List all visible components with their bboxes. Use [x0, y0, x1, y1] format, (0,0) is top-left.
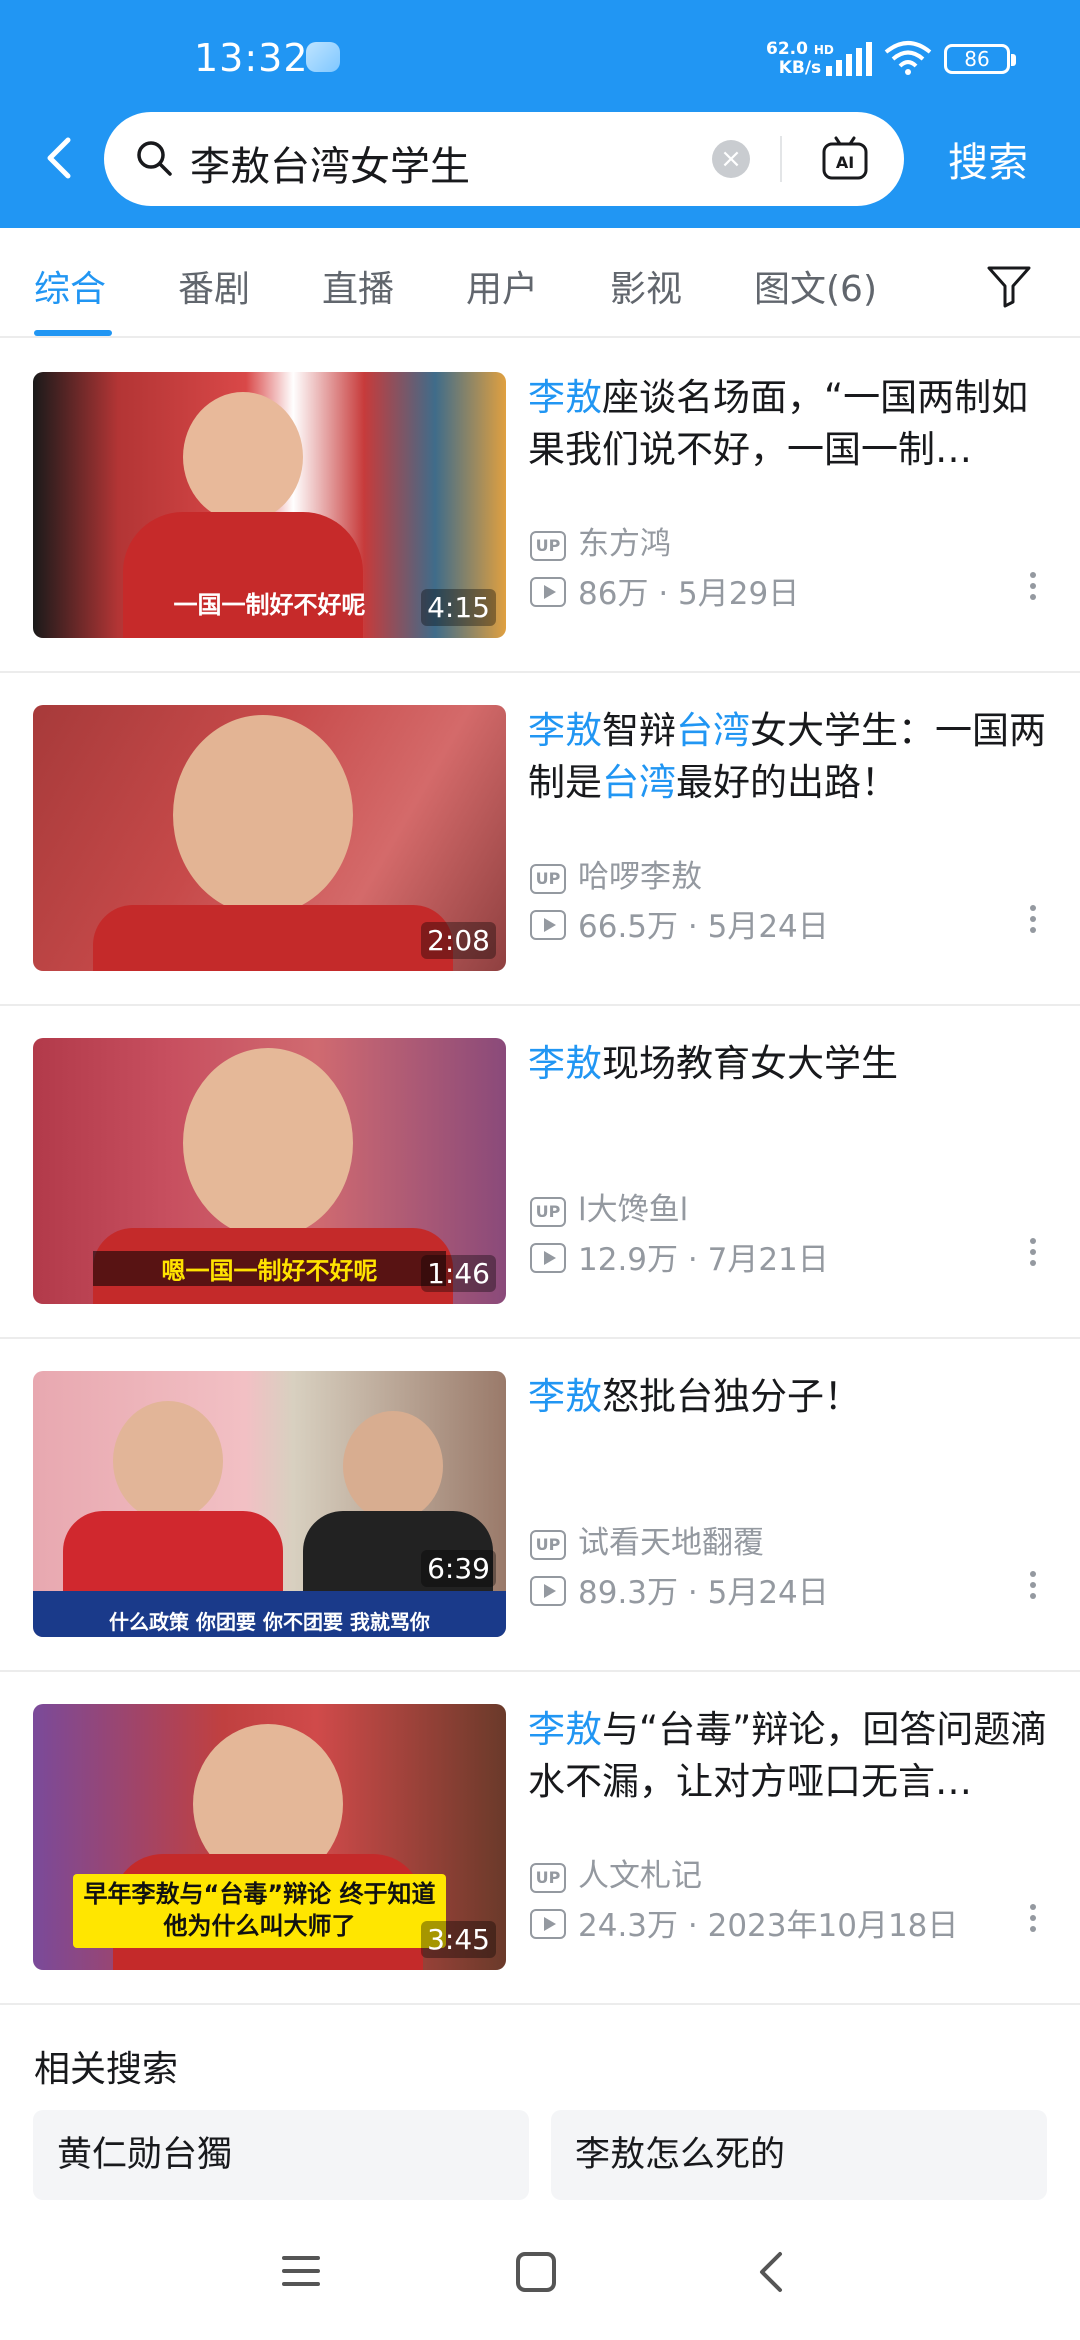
search-box[interactable]: 李敖台湾女学生 × AI: [104, 112, 904, 206]
menu-icon[interactable]: [280, 2250, 322, 2292]
video-duration: 6:39: [421, 1550, 496, 1587]
wifi-icon: [884, 41, 932, 75]
play-count-icon: [530, 577, 566, 607]
tab-users[interactable]: 用户: [466, 260, 538, 312]
thumbnail-caption: 早年李敖与“台毒”辩论 终于知道他为什么叫大师了: [83, 1880, 436, 1940]
video-title[interactable]: 李敖怒批台独分子！: [528, 1371, 1048, 1423]
video-title[interactable]: 李敖现场教育女大学生: [528, 1038, 1048, 1090]
nav-back-icon[interactable]: [752, 2250, 792, 2294]
video-stats: 89.3万 · 5月24日: [530, 1567, 829, 1612]
tab-film[interactable]: 影视: [610, 260, 682, 312]
video-thumbnail[interactable]: 嗯一国一制好不好呢 1:46: [33, 1038, 506, 1304]
more-options-icon[interactable]: [1030, 905, 1038, 938]
search-icon: [137, 141, 172, 176]
play-count-icon: [530, 1576, 566, 1606]
app-header: 13:32 62.0 HD KB/s 86 李敖台湾女学生 × AI 搜索: [0, 0, 1080, 228]
thumbnail-caption: 什么政策 你团要 你不团要 我就骂你: [109, 1610, 430, 1634]
video-thumbnail[interactable]: 什么政策 你团要 你不团要 我就骂你 6:39: [33, 1371, 506, 1637]
tab-comprehensive[interactable]: 综合: [34, 260, 106, 312]
home-icon[interactable]: [514, 2250, 558, 2294]
related-search-title: 相关搜索: [34, 2049, 179, 2090]
video-stats: 66.5万 · 5月24日: [530, 901, 829, 946]
video-uploader[interactable]: UP 东方鸿: [530, 518, 671, 563]
video-item[interactable]: 2:08 李敖智辩台湾女大学生：一国两制是台湾最好的出路！ UP 哈啰李敖 66.…: [0, 673, 1080, 1006]
cell-signal-icon: [826, 42, 872, 76]
battery-icon: 86: [944, 44, 1016, 74]
video-thumbnail[interactable]: 早年李敖与“台毒”辩论 终于知道他为什么叫大师了 3:45: [33, 1704, 506, 1970]
up-badge-icon: UP: [530, 531, 566, 561]
video-item[interactable]: 早年李敖与“台毒”辩论 终于知道他为什么叫大师了 3:45 李敖与“台毒”辩论，…: [0, 1672, 1080, 2005]
play-count-icon: [530, 910, 566, 940]
video-duration: 3:45: [421, 1921, 496, 1958]
result-tabs: 综合 番剧 直播 用户 影视 图文(6): [0, 228, 1080, 338]
video-duration: 4:15: [421, 589, 496, 626]
notification-app-icon: [306, 42, 340, 72]
system-nav-bar: [0, 2220, 1080, 2340]
video-stats: 24.3万 · 2023年10月18日: [530, 1900, 958, 1945]
up-badge-icon: UP: [530, 1530, 566, 1560]
tab-articles[interactable]: 图文(6): [754, 260, 877, 312]
play-count-icon: [530, 1243, 566, 1273]
related-search-chip[interactable]: 李敖怎么死的: [551, 2110, 1047, 2200]
more-options-icon[interactable]: [1030, 1571, 1038, 1604]
search-divider: [780, 136, 782, 182]
video-item[interactable]: 一国一制好不好呢 4:15 李敖座谈名场面，“一国两制如果我们说不好，一国一制……: [0, 340, 1080, 673]
search-input[interactable]: 李敖台湾女学生: [190, 134, 470, 192]
ai-assistant-icon[interactable]: AI: [820, 134, 870, 184]
video-thumbnail[interactable]: 2:08: [33, 705, 506, 971]
more-options-icon[interactable]: [1030, 1904, 1038, 1937]
back-arrow-icon[interactable]: [40, 128, 80, 188]
video-title[interactable]: 李敖与“台毒”辩论，回答问题滴水不漏，让对方哑口无言…: [528, 1704, 1048, 1808]
related-search-chip[interactable]: 黄仁勋台獨: [33, 2110, 529, 2200]
video-duration: 1:46: [421, 1255, 496, 1292]
video-item[interactable]: 什么政策 你团要 你不团要 我就骂你 6:39 李敖怒批台独分子！ UP 试看天地…: [0, 1339, 1080, 1672]
video-uploader[interactable]: UP l大馋鱼l: [530, 1184, 688, 1229]
status-time: 13:32: [194, 36, 309, 80]
video-stats: 12.9万 · 7月21日: [530, 1234, 829, 1279]
more-options-icon[interactable]: [1030, 1238, 1038, 1271]
status-bar: 13:32 62.0 HD KB/s 86: [0, 0, 1080, 105]
thumbnail-caption: 嗯一国一制好不好呢: [93, 1251, 446, 1286]
clear-search-icon[interactable]: ×: [712, 140, 750, 178]
video-title[interactable]: 李敖座谈名场面，“一国两制如果我们说不好，一国一制…: [528, 372, 1048, 476]
video-uploader[interactable]: UP 哈啰李敖: [530, 851, 702, 896]
play-count-icon: [530, 1909, 566, 1939]
svg-text:AI: AI: [836, 153, 854, 172]
up-badge-icon: UP: [530, 1863, 566, 1893]
active-tab-indicator: [34, 330, 112, 336]
up-badge-icon: UP: [530, 864, 566, 894]
search-button[interactable]: 搜索: [948, 130, 1028, 188]
more-options-icon[interactable]: [1030, 572, 1038, 605]
video-stats: 86万 · 5月29日: [530, 568, 799, 613]
tab-live[interactable]: 直播: [322, 260, 394, 312]
video-thumbnail[interactable]: 一国一制好不好呢 4:15: [33, 372, 506, 638]
tab-bangumi[interactable]: 番剧: [178, 260, 250, 312]
video-item[interactable]: 嗯一国一制好不好呢 1:46 李敖现场教育女大学生 UP l大馋鱼l 12.9万 …: [0, 1006, 1080, 1339]
video-duration: 2:08: [421, 922, 496, 959]
video-uploader[interactable]: UP 人文札记: [530, 1850, 702, 1895]
up-badge-icon: UP: [530, 1197, 566, 1227]
video-uploader[interactable]: UP 试看天地翻覆: [530, 1517, 764, 1562]
video-title[interactable]: 李敖智辩台湾女大学生：一国两制是台湾最好的出路！: [528, 705, 1048, 809]
filter-icon[interactable]: [986, 264, 1032, 308]
